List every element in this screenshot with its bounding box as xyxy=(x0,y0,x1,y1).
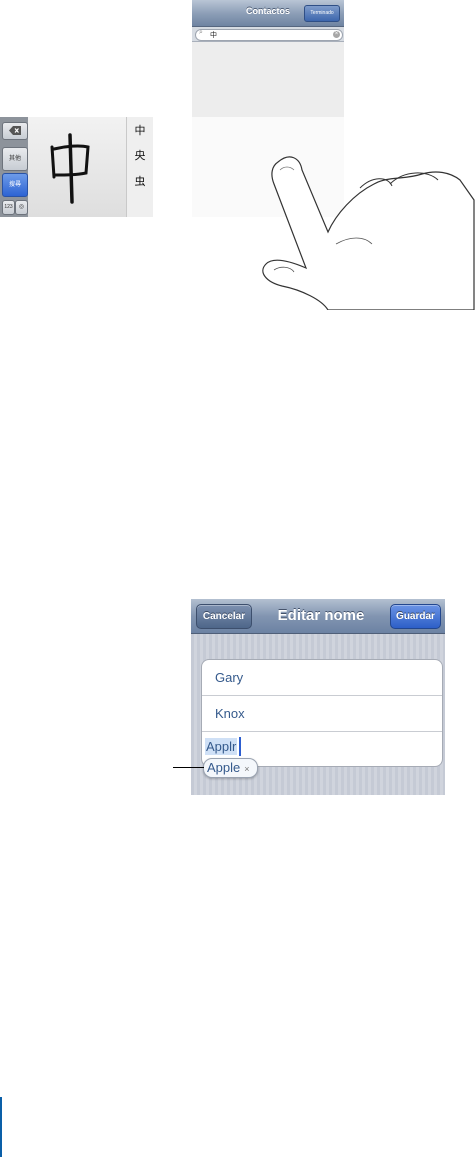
search-input[interactable]: ⌕ 中 × xyxy=(195,29,343,41)
navigation-bar: Contactos Terminado xyxy=(192,0,344,27)
other-key[interactable]: 其他 xyxy=(2,147,28,171)
hand-illustration xyxy=(262,156,475,310)
candidate-2[interactable]: 央 xyxy=(127,147,153,163)
results-area xyxy=(192,42,344,117)
first-name-value: Gary xyxy=(215,670,244,685)
cancel-button[interactable]: Cancelar xyxy=(196,604,252,629)
backspace-icon xyxy=(9,126,21,135)
navigation-bar: Cancelar Editar nome Guardar xyxy=(191,599,445,634)
candidate-3[interactable]: 虫 xyxy=(127,173,153,189)
handwriting-pad[interactable] xyxy=(28,117,126,217)
globe-key[interactable]: ◎ xyxy=(15,200,28,215)
save-button[interactable]: Guardar xyxy=(390,604,441,629)
globe-icon: ◎ xyxy=(18,204,25,210)
handwritten-stroke xyxy=(50,133,90,204)
last-name-field[interactable]: Knox xyxy=(202,696,442,732)
search-key[interactable]: 搜尋 xyxy=(2,173,28,197)
text-cursor xyxy=(239,737,241,756)
dismiss-icon[interactable]: × xyxy=(244,764,249,774)
last-name-value: Knox xyxy=(215,706,245,721)
typed-text: Applr xyxy=(205,738,238,755)
suggestion-text: Apple xyxy=(207,760,241,775)
search-icon: ⌕ xyxy=(199,29,203,36)
clear-icon[interactable]: × xyxy=(333,31,340,38)
search-bar: ⌕ 中 × xyxy=(192,27,344,42)
numbers-key[interactable]: 123 xyxy=(2,200,15,215)
done-button[interactable]: Terminado xyxy=(304,5,340,22)
candidate-list: 中 央 虫 xyxy=(126,117,153,217)
search-value: 中 xyxy=(210,32,217,39)
nav-title: Editar nome xyxy=(277,607,365,624)
autocorrect-suggestion[interactable]: Apple × xyxy=(203,758,258,778)
delete-key[interactable] xyxy=(2,122,28,140)
keyboard-function-keys: 其他 搜尋 123 ◎ xyxy=(0,117,28,217)
page-edge-marker xyxy=(0,1097,2,1157)
callout-line xyxy=(173,767,204,768)
candidate-1[interactable]: 中 xyxy=(127,122,153,138)
first-name-field[interactable]: Gary xyxy=(202,660,442,696)
